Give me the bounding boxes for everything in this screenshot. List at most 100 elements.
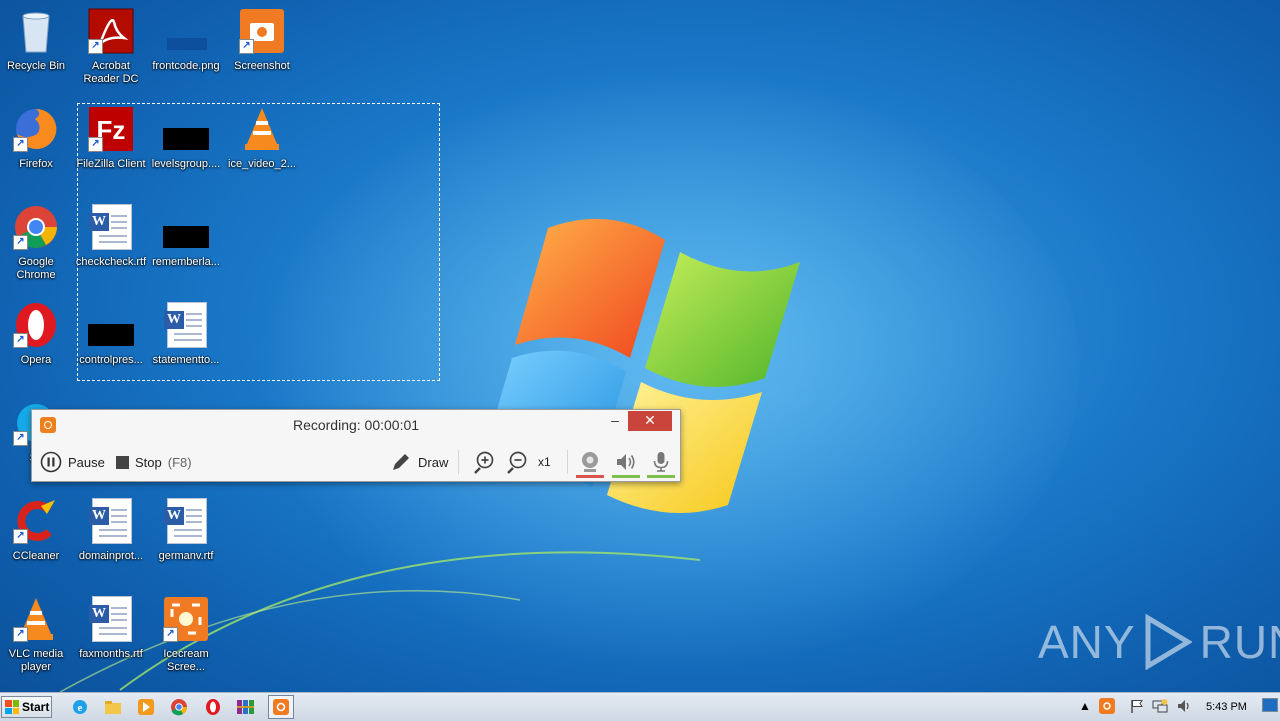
icon-label: Recycle Bin <box>6 60 66 72</box>
stop-shortcut: (F8) <box>167 454 192 470</box>
desktop-icon-ccleaner[interactable]: ↗ CCleaner <box>0 498 74 563</box>
draw-button[interactable]: Draw <box>390 448 448 476</box>
icon-label: statementto... <box>152 354 220 366</box>
desktop-icon-screenshot[interactable]: ↗ Screenshot <box>224 8 300 73</box>
desktop-icon-chrome[interactable]: ↗ Google Chrome <box>0 204 74 282</box>
speaker-icon <box>617 454 635 470</box>
microphone-status-bar <box>647 475 675 478</box>
desktop-icon-rememberla[interactable]: rememberla... <box>148 204 224 269</box>
zoom-out-icon <box>507 451 527 474</box>
desktop-icon-faxmonths[interactable]: W faxmonths.rtf <box>73 596 149 661</box>
microphone-toggle[interactable] <box>649 448 673 476</box>
icecream-recorder-icon: ↗ <box>163 596 209 642</box>
desktop-icon-levelsgroup[interactable]: levelsgroup.... <box>148 106 224 171</box>
acrobat-icon: ↗ <box>88 8 134 54</box>
show-desktop-button[interactable] <box>1262 698 1278 712</box>
desktop-icon-vlc[interactable]: ↗ VLC media player <box>0 596 74 674</box>
icon-label: ice_video_2... <box>228 158 296 170</box>
desktop-icon-germanv[interactable]: W germanv.rtf <box>148 498 224 563</box>
icon-label: FileZilla Client <box>76 158 146 170</box>
desktop-icon-filezilla[interactable]: Fz ↗ FileZilla Client <box>73 106 149 171</box>
word-document-icon: W <box>88 498 134 544</box>
icon-label: Acrobat Reader DC <box>83 60 139 85</box>
stop-button[interactable]: Stop (F8) <box>116 448 192 476</box>
desktop-icon-statementto[interactable]: W statementto... <box>148 302 224 367</box>
volume-icon <box>1178 700 1189 712</box>
desktop-icon-frontcode[interactable]: frontcode.png <box>148 8 224 73</box>
vlc-icon: ↗ <box>13 596 59 642</box>
chrome-icon <box>171 699 188 716</box>
recording-window[interactable]: Recording: 00:00:01 – ✕ Pause Stop (F8) … <box>31 409 681 482</box>
taskbar-explorer[interactable] <box>100 695 126 719</box>
icon-label: CCleaner <box>12 550 60 562</box>
zoom-in-icon <box>474 451 494 474</box>
zoom-in-button[interactable] <box>472 448 496 476</box>
taskbar-ie[interactable]: e <box>67 695 93 719</box>
stop-icon <box>116 455 129 469</box>
desktop-icon-ice-video[interactable]: ice_video_2... <box>224 106 300 171</box>
ccleaner-icon: ↗ <box>13 498 59 544</box>
opera-icon <box>206 699 220 715</box>
chrome-icon: ↗ <box>13 204 59 250</box>
desktop-icon-domainprot[interactable]: W domainprot... <box>73 498 149 563</box>
taskbar-clock[interactable]: 5:43 PM <box>1206 693 1247 721</box>
icon-label: domainprot... <box>78 550 144 562</box>
icecream-recorder-icon <box>273 699 289 715</box>
desktop-icon-acrobat[interactable]: ↗ Acrobat Reader DC <box>73 8 149 86</box>
tray-volume[interactable] <box>1175 697 1193 715</box>
speaker-status-bar <box>612 475 640 478</box>
webcam-toggle[interactable] <box>578 448 602 476</box>
tray-network[interactable] <box>1151 697 1169 715</box>
icon-label: frontcode.png <box>152 60 220 72</box>
close-button[interactable]: ✕ <box>628 411 672 431</box>
show-hidden-icons-button[interactable]: ▲ <box>1076 697 1094 715</box>
desktop-icon-icecream[interactable]: ↗ Icecream Scree... <box>148 596 224 674</box>
icon-label: VLC media player <box>8 648 64 673</box>
image-file-icon <box>163 8 209 54</box>
start-button[interactable]: Start <box>1 696 52 718</box>
taskbar-icecream-recorder[interactable] <box>268 695 294 719</box>
desktop-icon-opera[interactable]: ↗ Opera <box>0 302 74 367</box>
taskbar-media-player[interactable] <box>133 695 159 719</box>
icon-label: Icecream Scree... <box>163 648 209 673</box>
zoom-level: x1 <box>538 455 551 469</box>
toolbar-divider <box>567 450 568 474</box>
word-document-icon: W <box>163 302 209 348</box>
minimize-button[interactable]: – <box>602 411 628 431</box>
tray-action-center[interactable] <box>1128 697 1146 715</box>
firefox-icon: ↗ <box>13 106 59 152</box>
icon-label: germanv.rtf <box>158 550 214 562</box>
desktop-icon-firefox[interactable]: ↗ Firefox <box>0 106 74 171</box>
ie-icon: e <box>73 700 87 714</box>
word-document-icon: W <box>163 498 209 544</box>
recycle-bin-icon <box>13 8 59 54</box>
pause-button[interactable]: Pause <box>40 448 105 476</box>
webcam-icon <box>582 452 598 472</box>
taskbar-chrome[interactable] <box>166 695 192 719</box>
icon-label: Screenshot <box>234 60 290 72</box>
desktop-icon-controlpres[interactable]: controlpres... <box>73 302 149 367</box>
anyrun-watermark: ANY RUN <box>1038 614 1280 670</box>
redacted-file-icon <box>163 106 209 152</box>
watermark-text-run: RUN <box>1199 616 1280 668</box>
media-player-icon <box>138 699 154 715</box>
tray-icecream[interactable] <box>1098 697 1116 715</box>
speaker-toggle[interactable] <box>614 448 638 476</box>
taskbar-winrar[interactable] <box>233 695 259 719</box>
watermark-text-any: ANY <box>1038 616 1136 668</box>
taskbar-opera[interactable] <box>200 695 226 719</box>
action-center-flag-icon <box>1131 700 1143 713</box>
play-logo-icon <box>1145 614 1192 670</box>
desktop-icon-checkcheck[interactable]: W checkcheck.rtf <box>73 204 149 269</box>
zoom-out-button[interactable] <box>505 448 529 476</box>
desktop-icon-recycle-bin[interactable]: Recycle Bin <box>0 8 74 73</box>
icon-label: rememberla... <box>152 256 220 268</box>
icon-label: Google Chrome <box>16 256 56 281</box>
vlc-file-icon <box>239 106 285 152</box>
opera-icon: ↗ <box>13 302 59 348</box>
icon-label: Opera <box>20 354 52 366</box>
icon-label: faxmonths.rtf <box>79 648 143 660</box>
word-document-icon: W <box>88 596 134 642</box>
filezilla-icon: Fz ↗ <box>88 106 134 152</box>
pause-icon <box>40 451 62 473</box>
